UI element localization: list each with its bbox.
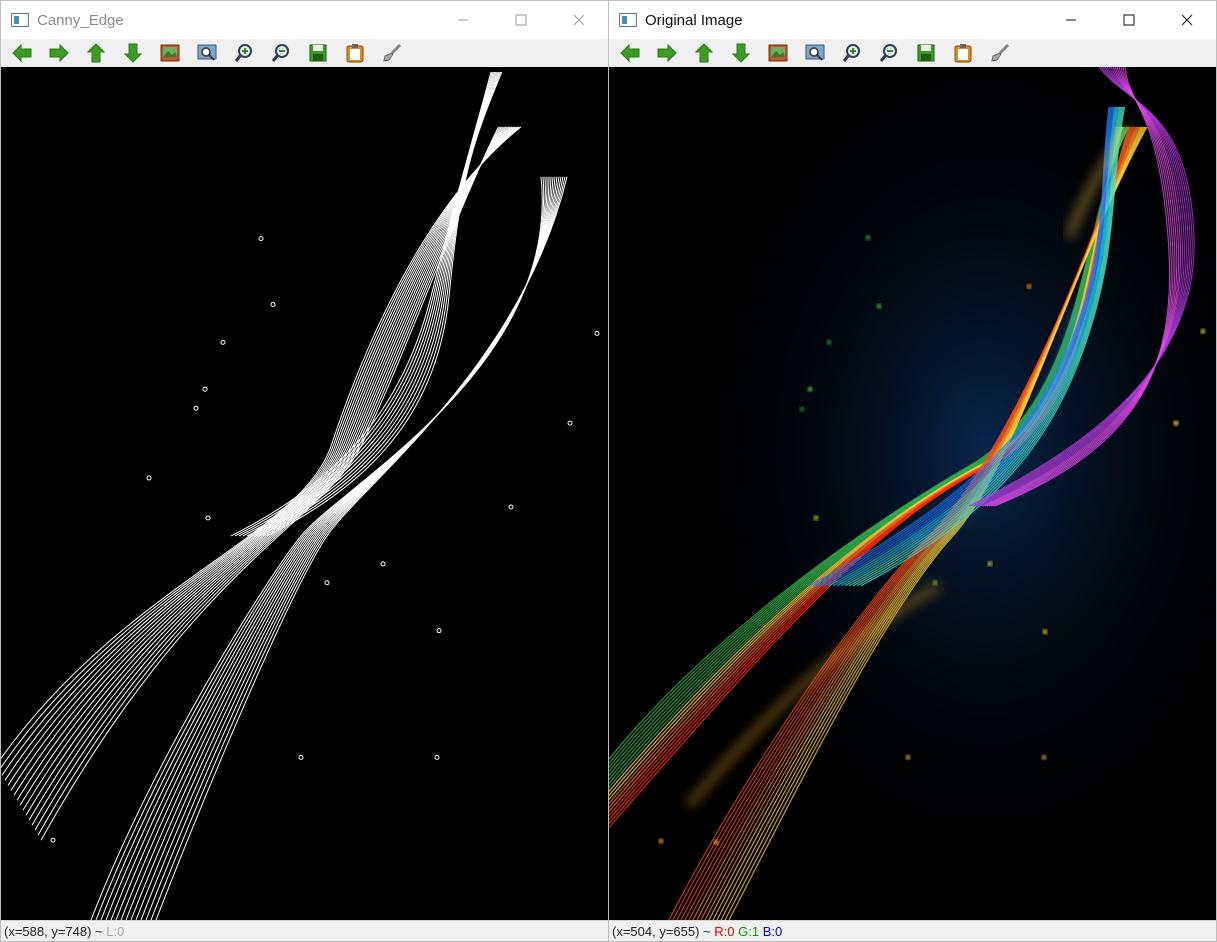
close-icon — [1181, 14, 1193, 26]
arrow-right-icon — [657, 43, 677, 63]
edge-dot — [594, 330, 600, 336]
image-icon — [768, 44, 787, 62]
edge-dot — [258, 236, 264, 242]
close-button[interactable] — [1158, 1, 1216, 39]
properties-button[interactable] — [981, 39, 1018, 67]
arrow-down-icon — [123, 43, 142, 63]
save-icon — [309, 44, 326, 62]
brush-icon — [382, 43, 401, 62]
edge-dot — [220, 339, 226, 345]
pan-left-button[interactable] — [3, 39, 40, 67]
maximize-button[interactable] — [492, 1, 550, 39]
arrow-up-icon — [694, 43, 713, 63]
canny-edge-image — [1, 71, 600, 920]
maximize-icon — [1123, 14, 1135, 26]
zoom-out-icon — [879, 44, 897, 62]
arrow-left-icon — [11, 43, 31, 63]
zoom-in-icon — [234, 44, 252, 62]
close-button[interactable] — [550, 1, 608, 39]
image-canvas[interactable] — [609, 67, 1216, 920]
image-icon — [160, 44, 179, 62]
edge-dot — [146, 475, 152, 481]
edge-lines — [1, 71, 568, 920]
zoom-out-button[interactable] — [262, 39, 299, 67]
edge-dot — [205, 515, 211, 521]
status-green-value: G:1 — [738, 923, 760, 939]
arrow-left-icon — [619, 43, 639, 63]
edge-dot — [298, 754, 304, 760]
pan-right-button[interactable] — [40, 39, 77, 67]
edge-dot — [324, 580, 330, 586]
zoom-fit-button[interactable] — [759, 39, 796, 67]
window-canny-edge[interactable]: Canny_Edge (x=588, y=748) ~ L:0 — [0, 0, 609, 942]
edge-dot — [567, 420, 573, 426]
status-red-value: R:0 — [714, 923, 735, 939]
clipboard-icon — [954, 44, 971, 63]
edge-dot — [202, 386, 208, 392]
save-button[interactable] — [907, 39, 944, 67]
status-bar: (x=504, y=655) ~ R:0 G:1 B:0 — [609, 920, 1216, 941]
zoom-region-icon — [805, 44, 824, 61]
edge-dot — [434, 754, 440, 760]
zoom-in-button[interactable] — [833, 39, 870, 67]
save-button[interactable] — [299, 39, 336, 67]
zoom-fit-button[interactable] — [151, 39, 188, 67]
minimize-icon — [458, 19, 468, 21]
status-coordinates: (x=504, y=655) ~ — [612, 923, 715, 939]
zoom-region-icon — [197, 44, 216, 61]
pan-down-button[interactable] — [722, 39, 759, 67]
edge-dot — [193, 405, 199, 411]
status-coordinates: (x=588, y=748) ~ — [4, 923, 107, 939]
copy-button[interactable] — [336, 39, 373, 67]
close-icon — [573, 14, 585, 26]
edge-dot — [508, 504, 514, 510]
zoom-region-button[interactable] — [796, 39, 833, 67]
minimize-button[interactable] — [1042, 1, 1100, 39]
toolbar — [609, 39, 1216, 67]
zoom-out-button[interactable] — [870, 39, 907, 67]
title-bar[interactable]: Canny_Edge — [1, 1, 608, 39]
save-icon — [917, 44, 934, 62]
zoom-out-icon — [271, 44, 289, 62]
arrow-down-icon — [731, 43, 750, 63]
window-original-image[interactable]: Original Image (x=504, y=655) ~ R:0 G:1 … — [609, 0, 1217, 942]
clipboard-icon — [346, 44, 363, 63]
image-canvas[interactable] — [1, 67, 608, 920]
status-pixel-value: L:0 — [106, 923, 125, 939]
pan-right-button[interactable] — [648, 39, 685, 67]
toolbar — [1, 39, 608, 67]
minimize-button[interactable] — [434, 1, 492, 39]
app-icon — [619, 13, 637, 27]
pan-left-button[interactable] — [611, 39, 648, 67]
edge-dot — [436, 628, 442, 634]
edge-dot — [380, 561, 386, 567]
original-image — [609, 67, 1216, 920]
pan-up-button[interactable] — [77, 39, 114, 67]
zoom-region-button[interactable] — [188, 39, 225, 67]
title-bar[interactable]: Original Image — [609, 1, 1216, 39]
maximize-icon — [515, 14, 527, 26]
edge-dot — [270, 301, 276, 307]
edge-dot — [50, 837, 56, 843]
window-title: Original Image — [645, 11, 743, 29]
properties-button[interactable] — [373, 39, 410, 67]
arrow-up-icon — [86, 43, 105, 63]
copy-button[interactable] — [944, 39, 981, 67]
window-title: Canny_Edge — [37, 11, 124, 29]
brush-icon — [990, 43, 1009, 62]
zoom-in-button[interactable] — [225, 39, 262, 67]
arrow-right-icon — [49, 43, 69, 63]
status-bar: (x=588, y=748) ~ L:0 — [1, 920, 608, 941]
pan-down-button[interactable] — [114, 39, 151, 67]
minimize-icon — [1066, 19, 1076, 21]
zoom-in-icon — [842, 44, 860, 62]
maximize-button[interactable] — [1100, 1, 1158, 39]
status-blue-value: B:0 — [762, 923, 783, 939]
app-icon — [11, 13, 29, 27]
pan-up-button[interactable] — [685, 39, 722, 67]
